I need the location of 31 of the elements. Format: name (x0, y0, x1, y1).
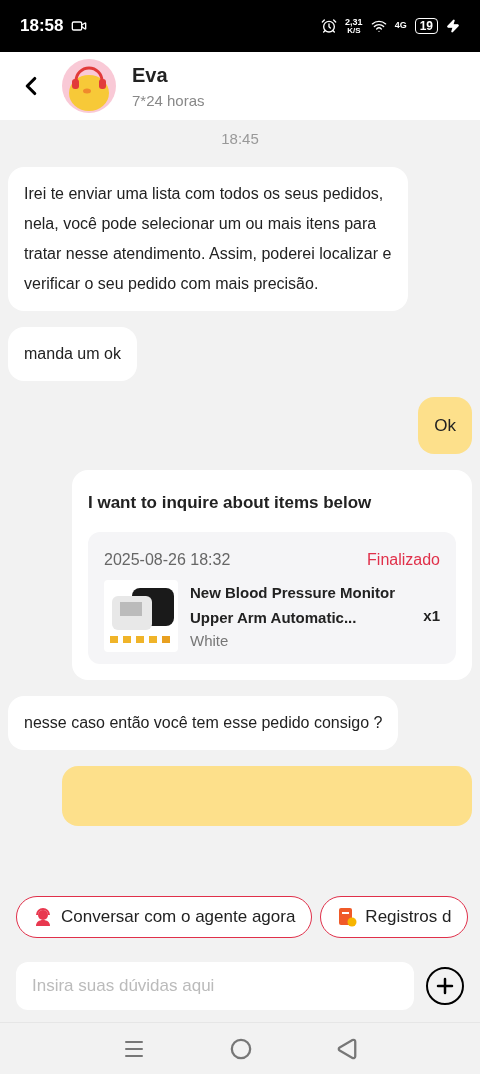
product-variant: White (190, 630, 230, 651)
quick-action-chip[interactable]: Conversar com o agente agora (16, 896, 313, 938)
agent-message: nesse caso então você tem esse pedido consigo ? (8, 696, 399, 750)
wifi-icon (370, 18, 387, 34)
message-time: 18:45 (220, 129, 260, 149)
agent-message: Irei te enviar uma lista com todos os seus pedidos, nela, você pode selecionar um ou mais itens para tratar nesse atendimento. Assim, poderei localizar e verificar o seu pedido com mais precisão. (8, 166, 408, 311)
home-icon[interactable] (230, 1037, 252, 1060)
document-icon (337, 907, 358, 927)
back-icon[interactable] (336, 1037, 358, 1060)
add-button[interactable] (426, 967, 464, 1005)
order-date: 2025-08-26 18:32 (104, 549, 231, 570)
order-item[interactable]: 2025-08-26 18:32 Finalizado New Blood Pressure Monitor Upper Arm Automatic... White x1 (88, 531, 456, 664)
agent-message: manda um ok (8, 326, 137, 381)
agent-icon (33, 907, 53, 927)
contact-subtitle: 7*24 horas (132, 90, 205, 111)
user-message: Ok (418, 396, 472, 454)
product-name: New Blood Pressure Monitor Upper Arm Automatic... (190, 582, 397, 628)
network-type: 4G (394, 19, 407, 33)
contact-name: Eva (132, 62, 169, 88)
quick-action-chip[interactable]: Registros d (320, 896, 469, 938)
status-time: 18:58 (20, 15, 64, 38)
card-title: I want to inquire about items below (88, 492, 373, 514)
speed-unit: K/S (347, 26, 361, 35)
battery-level: 19 (414, 18, 438, 34)
avatar (62, 59, 116, 113)
alarm-icon (321, 18, 338, 34)
product-quantity: x1 (423, 605, 440, 626)
camera-icon (71, 18, 88, 34)
message-input[interactable]: Insira suas dúvidas aqui (16, 962, 414, 1010)
network-speed: 2,31 (345, 17, 363, 27)
order-status: Finalizado (367, 549, 440, 570)
